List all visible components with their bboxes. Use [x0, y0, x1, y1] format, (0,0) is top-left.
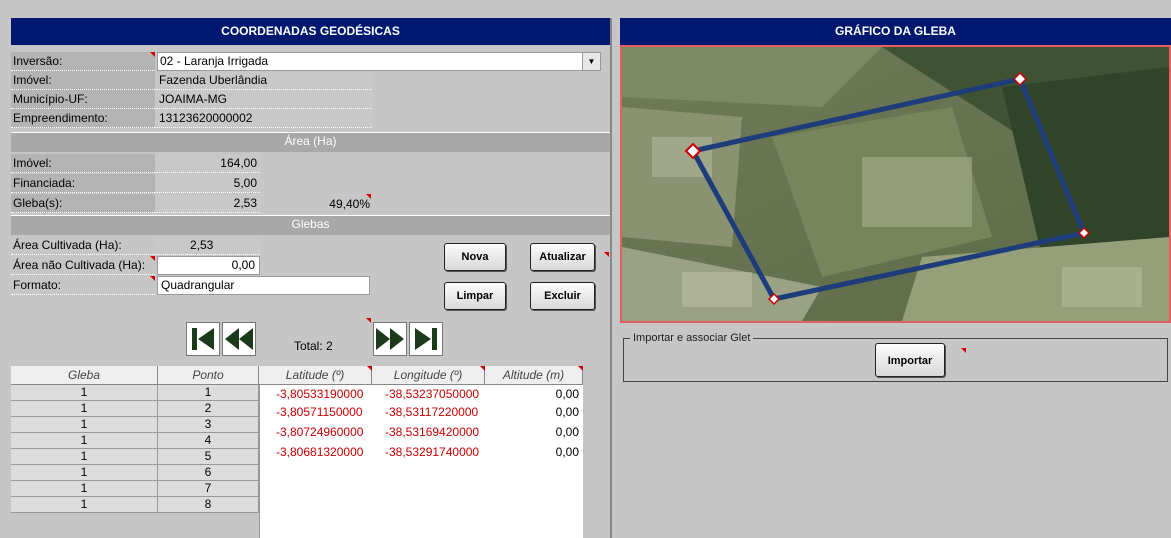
formato-input[interactable]: Quadrangular — [157, 276, 370, 295]
table-cell-altitude[interactable]: 0,00 — [531, 384, 579, 404]
header-gleba: Gleba — [11, 366, 158, 385]
inversao-label: Inversão: — [11, 52, 155, 71]
table-cell-ponto[interactable]: 8 — [158, 497, 259, 513]
comment-marker — [150, 256, 155, 261]
table-cell-ponto[interactable]: 7 — [158, 481, 259, 497]
table-cell-gleba[interactable]: 1 — [11, 497, 158, 513]
importar-button[interactable]: Importar — [875, 343, 945, 377]
table-cell-ponto[interactable]: 5 — [158, 449, 259, 465]
comment-marker — [367, 366, 372, 371]
imovel-value: Fazenda Uberlândia — [155, 71, 372, 90]
table-cell-longitude[interactable]: -38,53237050000 — [385, 384, 479, 404]
area-imovel-label: Imóvel: — [11, 154, 155, 173]
skip-last-icon — [415, 328, 437, 350]
table-cell-altitude[interactable]: 0,00 — [531, 402, 579, 422]
empreendimento-label: Empreendimento: — [11, 109, 155, 128]
inversao-value: 02 - Laranja Irrigada — [160, 54, 269, 68]
next-record-button[interactable] — [373, 322, 407, 356]
area-financiada-value: 5,00 — [155, 174, 260, 193]
comment-marker — [366, 318, 371, 323]
header-altitude: Altitude (m) — [485, 366, 583, 385]
fast-forward-icon — [376, 328, 404, 350]
municipio-value: JOAIMA-MG — [155, 90, 372, 109]
area-cultivada-label: Área Cultivada (Ha): — [11, 236, 155, 255]
area-cultivada-value: 2,53 — [155, 236, 260, 255]
table-cell-ponto[interactable]: 1 — [158, 385, 259, 401]
rewind-icon — [225, 328, 253, 350]
header-latitude: Latitude (º) — [259, 366, 372, 385]
area-financiada-label: Financiada: — [11, 174, 155, 193]
last-record-button[interactable] — [409, 322, 443, 356]
table-cell-ponto[interactable]: 2 — [158, 401, 259, 417]
area-glebas-label: Gleba(s): — [11, 194, 155, 213]
area-glebas-percent: 49,40% — [329, 197, 370, 211]
comment-marker — [604, 252, 609, 257]
area-nao-cultivada-label: Área não Cultivada (Ha): — [11, 256, 155, 275]
table-cell-ponto[interactable]: 4 — [158, 433, 259, 449]
left-panel-header: COORDENADAS GEODÉSICAS — [11, 18, 610, 45]
gleba-map[interactable] — [620, 45, 1171, 323]
area-nao-cultivada-input[interactable]: 0,00 — [157, 256, 260, 275]
table-cell-latitude[interactable]: -3,80724960000 — [276, 422, 363, 442]
table-cell-ponto[interactable]: 6 — [158, 465, 259, 481]
table-cell-gleba[interactable]: 1 — [11, 449, 158, 465]
municipio-label: Município-UF: — [11, 90, 155, 109]
right-panel-header: GRÁFICO DA GLEBA — [620, 18, 1171, 45]
previous-record-button[interactable] — [222, 322, 256, 356]
comment-marker — [366, 194, 371, 199]
satellite-map-image — [622, 47, 1169, 321]
skip-first-icon — [192, 328, 214, 350]
table-cell-latitude[interactable]: -3,80571150000 — [276, 402, 363, 422]
imovel-label: Imóvel: — [11, 71, 155, 90]
table-cell-ponto[interactable]: 3 — [158, 417, 259, 433]
table-cell-gleba[interactable]: 1 — [11, 417, 158, 433]
glebas-section-title: Glebas — [11, 215, 610, 235]
table-cell-latitude[interactable]: -3,80681320000 — [276, 442, 363, 462]
inversao-select[interactable]: 02 - Laranja Irrigada ▼ — [157, 52, 601, 71]
comment-marker — [150, 276, 155, 281]
table-cell-gleba[interactable]: 1 — [11, 401, 158, 417]
chevron-down-icon[interactable]: ▼ — [582, 53, 600, 70]
table-cell-gleba[interactable]: 1 — [11, 385, 158, 401]
header-ponto: Ponto — [158, 366, 259, 385]
import-group-label: Importar e associar Glet — [630, 331, 754, 345]
limpar-button[interactable]: Limpar — [444, 282, 506, 310]
table-cell-altitude[interactable]: 0,00 — [531, 422, 579, 442]
comment-marker — [578, 366, 583, 371]
comment-marker — [150, 52, 155, 57]
table-cell-altitude[interactable]: 0,00 — [531, 442, 579, 462]
comment-marker — [480, 366, 485, 371]
formato-label: Formato: — [11, 276, 155, 295]
table-cell-longitude[interactable]: -38,53117220000 — [385, 402, 478, 422]
panel-divider — [610, 18, 612, 538]
coordinates-table: Gleba Ponto Latitude (º) Longitude (º) A… — [11, 366, 610, 538]
import-group: Importar e associar Glet Importar — [623, 331, 1168, 382]
nova-button[interactable]: Nova — [444, 243, 506, 271]
table-cell-gleba[interactable]: 1 — [11, 481, 158, 497]
excluir-button[interactable]: Excluir — [530, 282, 595, 310]
area-imovel-value: 164,00 — [155, 154, 260, 173]
table-cell-longitude[interactable]: -38,53291740000 — [385, 442, 479, 462]
area-section-title: Área (Ha) — [11, 132, 610, 152]
comment-marker — [961, 348, 966, 353]
table-cell-latitude[interactable]: -3,80533190000 — [276, 384, 363, 404]
header-longitude: Longitude (º) — [372, 366, 485, 385]
total-count: Total: 2 — [294, 339, 333, 353]
atualizar-button[interactable]: Atualizar — [530, 243, 595, 271]
first-record-button[interactable] — [186, 322, 220, 356]
table-cell-gleba[interactable]: 1 — [11, 465, 158, 481]
table-cell-gleba[interactable]: 1 — [11, 433, 158, 449]
empreendimento-value: 13123620000002 — [155, 109, 372, 128]
area-glebas-value: 2,53 — [155, 194, 260, 213]
table-cell-longitude[interactable]: -38,53169420000 — [385, 422, 479, 442]
